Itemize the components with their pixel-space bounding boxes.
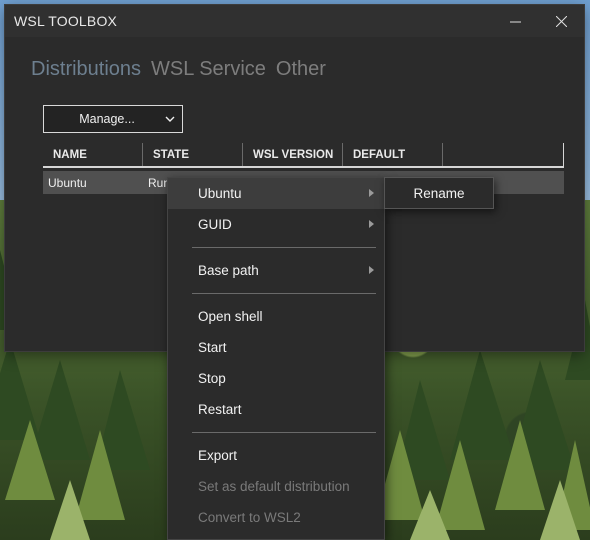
minimize-button[interactable] — [492, 5, 538, 37]
tab-other[interactable]: Other — [276, 58, 326, 81]
menu-item-distro[interactable]: Ubuntu — [168, 178, 384, 209]
close-icon — [555, 15, 567, 27]
menu-item-restart[interactable]: Restart — [168, 394, 384, 425]
menu-item-guid-label: GUID — [198, 217, 232, 232]
table-header: NAME STATE WSL VERSION DEFAULT — [43, 143, 564, 168]
column-header-wsl-version[interactable]: WSL VERSION — [243, 143, 343, 166]
manage-dropdown-label: Manage... — [79, 112, 135, 126]
column-header-filler — [443, 143, 564, 166]
context-menu: Ubuntu GUID Base path Open shell Start S… — [167, 177, 385, 540]
tab-bar: Distributions WSL Service Other — [31, 58, 326, 81]
window-title: WSL TOOLBOX — [14, 13, 118, 29]
menu-separator — [192, 293, 376, 294]
column-header-default[interactable]: DEFAULT — [343, 143, 443, 166]
menu-item-distro-label: Ubuntu — [198, 186, 242, 201]
menu-item-convert-wsl2: Convert to WSL2 — [198, 510, 301, 525]
chevron-right-icon — [369, 220, 374, 228]
menu-item-base-path-label: Base path — [198, 263, 259, 278]
menu-item-start[interactable]: Start — [168, 332, 384, 363]
menu-separator — [192, 432, 376, 433]
menu-item-open-shell[interactable]: Open shell — [168, 301, 384, 332]
menu-separator — [192, 247, 376, 248]
title-bar[interactable]: WSL TOOLBOX — [5, 5, 584, 37]
menu-item-set-default: Set as default distribution — [198, 479, 350, 494]
menu-item-guid[interactable]: GUID — [168, 209, 384, 240]
cell-name: Ubuntu — [48, 175, 87, 190]
column-header-state[interactable]: STATE — [143, 143, 243, 166]
manage-dropdown[interactable]: Manage... — [43, 105, 183, 133]
menu-item-base-path[interactable]: Base path — [168, 255, 384, 286]
tab-distributions[interactable]: Distributions — [31, 58, 141, 81]
chevron-right-icon — [369, 266, 374, 274]
distro-submenu: Rename — [384, 177, 494, 209]
menu-item-export[interactable]: Export — [168, 440, 384, 471]
close-button[interactable] — [538, 5, 584, 37]
column-header-name[interactable]: NAME — [43, 143, 143, 166]
chevron-down-icon — [158, 116, 182, 123]
submenu-item-rename[interactable]: Rename — [413, 186, 464, 201]
chevron-right-icon — [369, 189, 374, 197]
tab-wsl-service[interactable]: WSL Service — [151, 58, 266, 81]
menu-item-stop[interactable]: Stop — [168, 363, 384, 394]
minimize-icon — [509, 21, 521, 22]
